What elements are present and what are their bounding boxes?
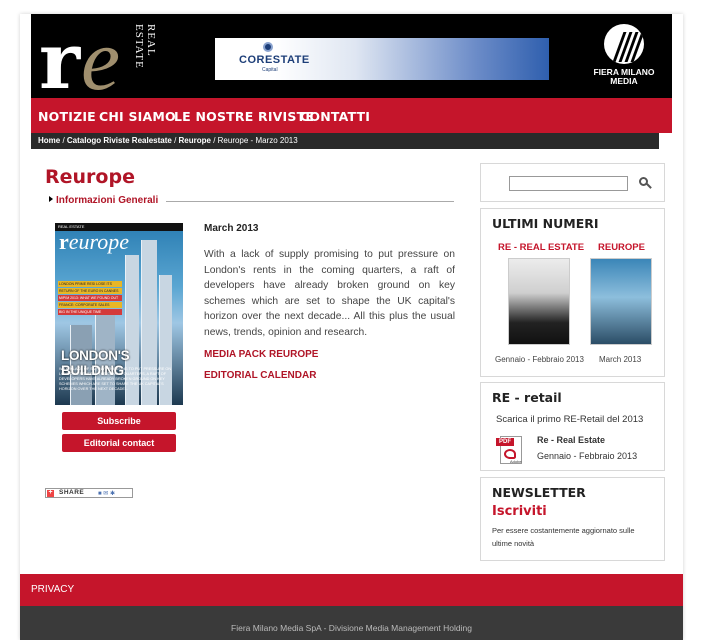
breadcrumb-section[interactable]: Reurope bbox=[179, 136, 211, 145]
partner-logo-mark bbox=[604, 24, 644, 64]
logo-e: e bbox=[81, 12, 121, 109]
newsletter-title: NEWSLETTER bbox=[492, 485, 586, 500]
logo-r: r bbox=[39, 16, 80, 107]
newsletter-box: NEWSLETTER Iscriviti Per essere costante… bbox=[480, 477, 665, 561]
cover-subtext: WITH A LACK OF SUPPLY PROMISING TO PUT P… bbox=[59, 367, 172, 391]
newsletter-description: Per essere costantemente aggiornato sull… bbox=[492, 526, 635, 548]
re-retail-item-date: Gennaio - Febbraio 2013 bbox=[537, 451, 638, 461]
footer-company: Fiera Milano Media SpA - Divisione Media… bbox=[231, 623, 472, 633]
issue-label-real-estate[interactable]: RE - REAL ESTATE bbox=[498, 242, 584, 253]
search-icon[interactable] bbox=[638, 176, 652, 190]
issue-label-reurope[interactable]: REUROPE bbox=[598, 242, 645, 253]
main-nav: NOTIZIE CHI SIAMO LE NOSTRE RIVISTE CONT… bbox=[31, 98, 672, 133]
footer-bar: PRIVACY bbox=[20, 574, 683, 606]
issue-date-reurope: March 2013 bbox=[599, 355, 642, 364]
cover-strip: FRANCE: CORPORATE SALES bbox=[58, 302, 122, 308]
subscribe-button[interactable]: Subscribe bbox=[62, 412, 176, 430]
newsletter-subscribe-link[interactable]: Iscriviti bbox=[492, 504, 547, 519]
banner-sub: Capital bbox=[262, 67, 278, 73]
issue-thumbnail-real-estate[interactable] bbox=[508, 258, 570, 345]
partner-logo-text: FIERA MILANO MEDIA bbox=[593, 67, 655, 86]
pdf-icon[interactable]: PDF Adobe bbox=[496, 434, 526, 465]
latest-issues-title: ULTIMI NUMERI bbox=[492, 216, 599, 231]
issue-date: March 2013 bbox=[204, 223, 259, 234]
cover-strip: MIPIM 2013: WHAT WE FOUND OUT THERE bbox=[58, 295, 122, 306]
nav-item-riviste[interactable]: LE NOSTRE RIVISTE bbox=[174, 109, 314, 124]
ad-banner[interactable]: CORESTATE Capital bbox=[215, 38, 549, 80]
issue-date-real-estate: Gennaio - Febbraio 2013 bbox=[495, 355, 584, 364]
cover-strip: RETURN OF THE EURO IN CANNES bbox=[58, 288, 122, 294]
footer-bottom: Fiera Milano Media SpA - Divisione Media… bbox=[20, 606, 683, 640]
triangle-bullet-icon bbox=[49, 196, 53, 202]
banner-brand: CORESTATE bbox=[239, 54, 310, 66]
latest-issues-box: ULTIMI NUMERI RE - REAL ESTATE REUROPE G… bbox=[480, 208, 665, 377]
partner-logo[interactable]: FIERA MILANO MEDIA bbox=[591, 24, 661, 90]
media-pack-link[interactable]: MEDIA PACK REUROPE bbox=[204, 349, 318, 360]
search-box bbox=[480, 163, 665, 202]
editorial-calendar-link[interactable]: EDITORIAL CALENDAR bbox=[204, 370, 316, 381]
logo-side-text: REAL ESTATE bbox=[133, 24, 157, 69]
search-input[interactable] bbox=[509, 176, 628, 191]
page-title: Reurope bbox=[45, 166, 135, 188]
re-retail-description: Scarica il primo RE-Retail del 2013 bbox=[496, 414, 644, 425]
issue-thumbnail-reurope[interactable] bbox=[590, 258, 652, 345]
breadcrumb-home[interactable]: Home bbox=[38, 136, 60, 145]
banner-logo-mark bbox=[263, 42, 273, 52]
privacy-link[interactable]: PRIVACY bbox=[31, 584, 74, 595]
issue-description: With a lack of supply promising to put p… bbox=[204, 249, 455, 338]
breadcrumb-catalog[interactable]: Catalogo Riviste Realestate bbox=[67, 136, 172, 145]
section-divider bbox=[166, 201, 454, 202]
cover-strip: LONDON PRIME RESI LOSE ITS CHARMS bbox=[58, 281, 122, 292]
nav-item-contatti[interactable]: CONTATTI bbox=[300, 109, 370, 124]
share-plus-icon: + bbox=[47, 489, 54, 497]
re-retail-item-title[interactable]: Re - Real Estate bbox=[537, 435, 605, 445]
section-heading: Informazioni Generali bbox=[49, 195, 158, 206]
re-retail-box: RE - retail Scarica il primo RE-Retail d… bbox=[480, 382, 665, 471]
nav-item-notizie[interactable]: NOTIZIE bbox=[38, 109, 96, 124]
breadcrumb-current: Reurope - Marzo 2013 bbox=[217, 136, 298, 145]
editorial-contact-button[interactable]: Editorial contact bbox=[62, 434, 176, 452]
nav-item-chi-siamo[interactable]: CHI SIAMO bbox=[99, 109, 176, 124]
magazine-cover[interactable]: REAL ESTATE reurope LONDON PRIME RESI LO… bbox=[55, 223, 183, 405]
cover-logo: reurope bbox=[59, 229, 130, 254]
re-retail-title: RE - retail bbox=[492, 390, 562, 405]
site-header: r e REAL ESTATE CORESTATE Capital FIERA … bbox=[31, 12, 672, 109]
share-button[interactable]: + SHARE ■ ✉ ✱ bbox=[45, 488, 133, 498]
breadcrumb: Home / Catalogo Riviste Realestate / Reu… bbox=[31, 133, 659, 149]
share-networks-icon: ■ ✉ ✱ bbox=[98, 491, 116, 497]
cover-strip: BIG IN THE UNIQUE TIME bbox=[58, 309, 122, 315]
